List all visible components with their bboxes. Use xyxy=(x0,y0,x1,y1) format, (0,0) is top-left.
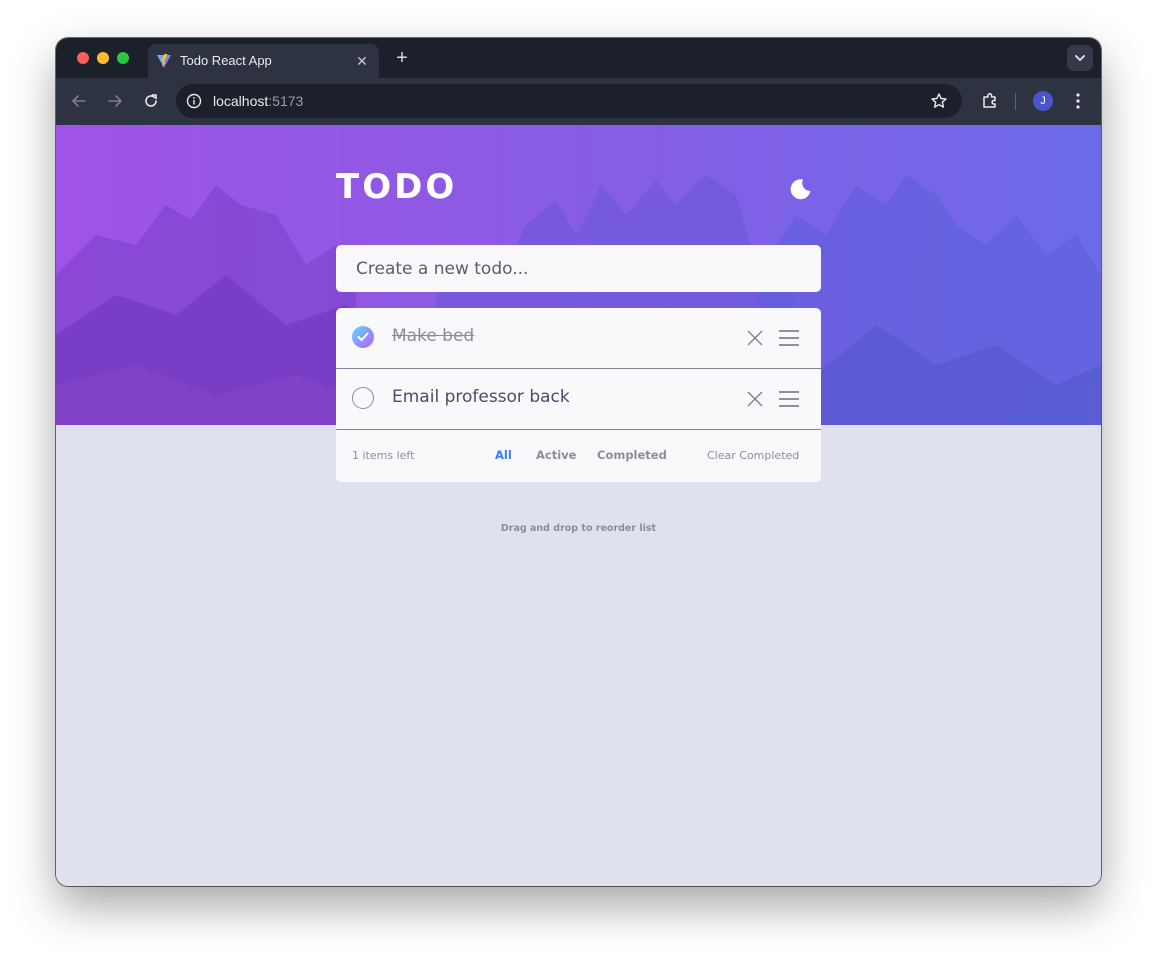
info-icon[interactable] xyxy=(186,93,202,109)
url-port: :5173 xyxy=(268,93,304,109)
todo-list: Make bed Email professor back 1 items le… xyxy=(336,308,821,482)
todo-checkbox[interactable] xyxy=(352,387,374,409)
back-icon[interactable] xyxy=(68,90,90,112)
browser-tab[interactable]: Todo React App ✕ xyxy=(148,44,379,78)
page-viewport: TODO Make bed xyxy=(56,125,1101,886)
filter-all[interactable]: All xyxy=(495,448,512,462)
todo-footer: 1 items left All Active Completed Clear … xyxy=(336,430,821,482)
todo-item-email-professor[interactable]: Email professor back xyxy=(336,369,821,430)
address-bar[interactable]: localhost:5173 xyxy=(176,84,962,118)
drag-hint: Drag and drop to reorder list xyxy=(500,523,657,534)
tab-search-icon[interactable] xyxy=(1067,45,1093,71)
url-text[interactable]: localhost:5173 xyxy=(213,93,303,109)
todo-text: Email professor back xyxy=(392,387,570,407)
checkmark-icon xyxy=(357,332,369,341)
new-todo-field[interactable] xyxy=(336,245,821,292)
tab-title: Todo React App xyxy=(180,53,272,68)
app-title: TODO xyxy=(336,167,458,207)
filter-active[interactable]: Active xyxy=(536,448,576,462)
browser-toolbar: localhost:5173 J xyxy=(56,78,1101,125)
minimize-window-button[interactable] xyxy=(97,52,109,64)
url-host: localhost xyxy=(213,93,269,109)
tab-close-icon[interactable]: ✕ xyxy=(353,52,371,70)
vite-favicon-icon xyxy=(157,54,171,68)
tab-strip: Todo React App ✕ + xyxy=(56,38,1101,78)
bookmark-star-icon[interactable] xyxy=(930,92,948,110)
browser-window: Todo React App ✕ + localhost:5173 J TODO… xyxy=(56,38,1101,886)
drag-handle-icon[interactable] xyxy=(778,390,800,408)
extensions-icon[interactable] xyxy=(980,91,1000,111)
items-left-count: 1 items left xyxy=(352,449,415,462)
reload-icon[interactable] xyxy=(140,90,162,112)
zoom-window-button[interactable] xyxy=(117,52,129,64)
todo-checkbox-checked[interactable] xyxy=(352,326,374,348)
delete-todo-icon[interactable] xyxy=(746,329,764,347)
new-todo-input[interactable] xyxy=(336,245,821,292)
new-tab-button[interactable]: + xyxy=(390,46,414,70)
todo-item-make-bed[interactable]: Make bed xyxy=(336,308,821,369)
toolbar-divider xyxy=(1015,93,1016,110)
close-window-button[interactable] xyxy=(77,52,89,64)
moon-icon[interactable] xyxy=(789,177,813,201)
drag-handle-icon[interactable] xyxy=(778,329,800,347)
more-menu-icon[interactable] xyxy=(1069,91,1087,111)
todo-text: Make bed xyxy=(392,326,475,346)
filter-completed[interactable]: Completed xyxy=(597,448,667,462)
profile-avatar[interactable]: J xyxy=(1033,91,1053,111)
forward-icon[interactable] xyxy=(104,90,126,112)
clear-completed-button[interactable]: Clear Completed xyxy=(707,449,799,462)
delete-todo-icon[interactable] xyxy=(746,390,764,408)
